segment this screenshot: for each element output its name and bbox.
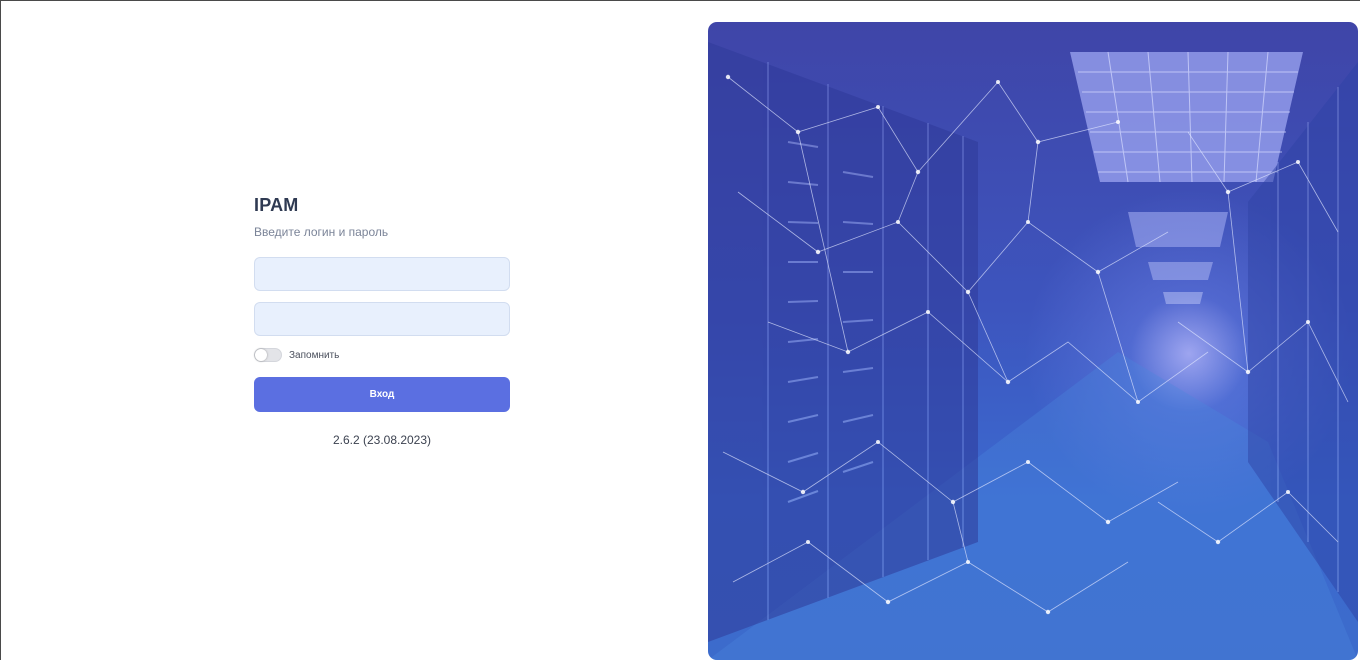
hero-image — [708, 22, 1358, 660]
toggle-knob — [255, 349, 267, 361]
version-text: 2.6.2 (23.08.2023) — [332, 433, 432, 447]
remember-row: Запомнить — [254, 348, 510, 362]
remember-label: Запомнить — [289, 349, 340, 361]
remember-toggle[interactable] — [254, 348, 282, 362]
password-input[interactable] — [254, 302, 510, 336]
server-datacenter-illustration — [708, 42, 1358, 660]
login-panel: IPAM Введите логин и пароль Запомнить Вх… — [254, 194, 510, 447]
login-button[interactable]: Вход — [254, 377, 510, 412]
left-server-racks — [708, 42, 978, 642]
login-subtitle: Введите логин и пароль — [254, 225, 389, 239]
login-input[interactable] — [254, 257, 510, 291]
ceiling-light-panel — [1070, 51, 1303, 183]
app-title: IPAM — [254, 195, 299, 215]
